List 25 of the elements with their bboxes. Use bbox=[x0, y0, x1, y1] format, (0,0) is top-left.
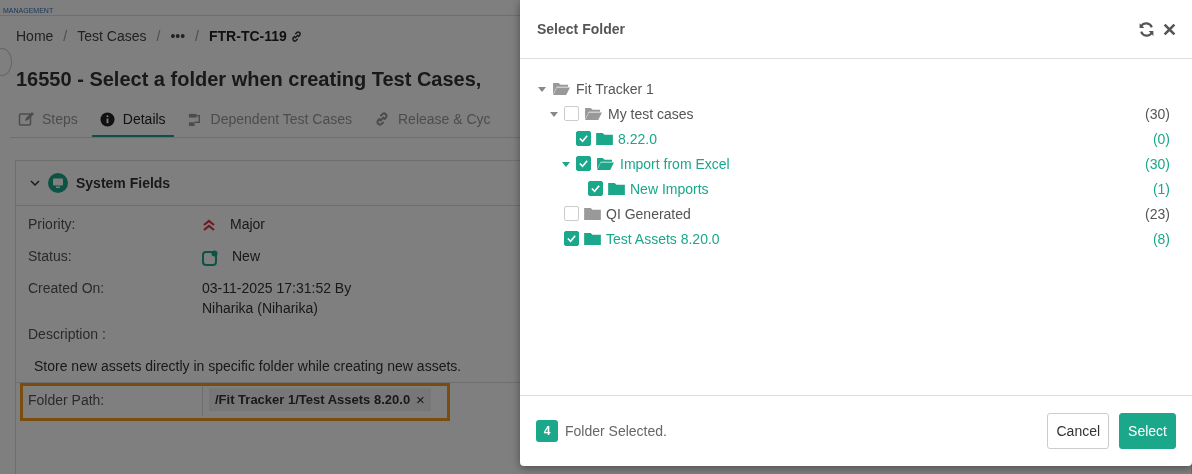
folder-tag: /Fit Tracker 1/Test Assets 8.20.0 × bbox=[209, 388, 431, 411]
section-title: System Fields bbox=[76, 175, 171, 191]
breadcrumb-separator: / bbox=[156, 28, 161, 44]
item-count: (30) bbox=[1145, 105, 1170, 122]
field-label: Description : bbox=[28, 326, 107, 344]
field-value: Major bbox=[230, 216, 265, 232]
field-value: Niharika (Niharika) bbox=[202, 300, 319, 316]
field-label: Folder Path: bbox=[28, 391, 106, 408]
dialog-title: Select Folder bbox=[537, 21, 626, 37]
field-value: 03-11-2025 17:31:52 By bbox=[202, 280, 352, 296]
item-count: (0) bbox=[1152, 130, 1170, 147]
breadcrumb-separator: / bbox=[195, 28, 199, 44]
breadcrumb-separator: / bbox=[63, 28, 68, 44]
item-count: (30) bbox=[1145, 155, 1170, 172]
count-badge: 4 bbox=[536, 420, 558, 442]
selection-status: Folder Selected. bbox=[565, 423, 667, 439]
field-value: New bbox=[232, 248, 260, 264]
item-count: (23) bbox=[1145, 205, 1170, 222]
field-label: Priority: bbox=[28, 216, 77, 234]
field-label: Status: bbox=[28, 248, 73, 266]
item-count: (1) bbox=[1152, 180, 1170, 197]
field-label: Created On: bbox=[28, 280, 106, 298]
description-text: Store new assets directly in specific folder while creating new assets. bbox=[34, 358, 463, 374]
page-title: 16550 - Select a folder when creating Test Cases, bbox=[16, 68, 482, 91]
item-count: (8) bbox=[1152, 230, 1170, 247]
